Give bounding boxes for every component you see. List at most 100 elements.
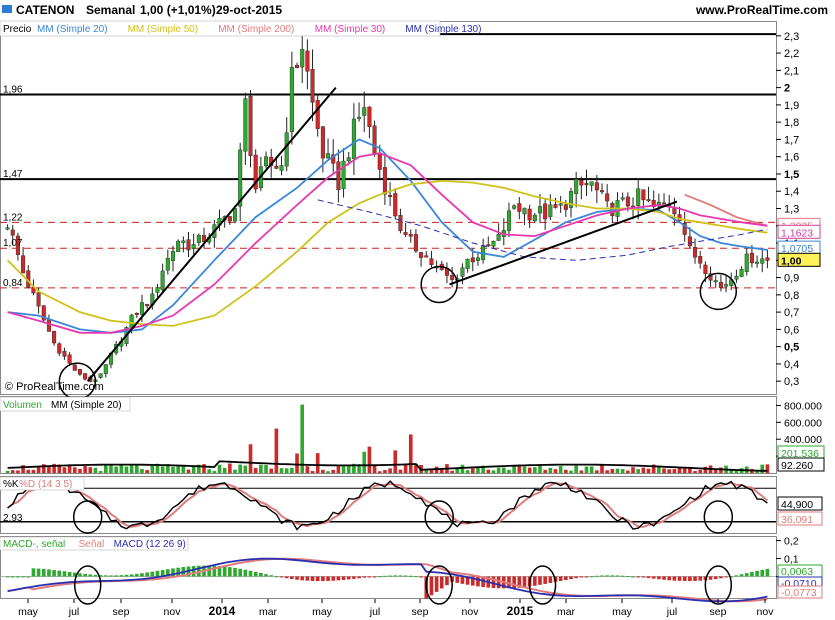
- candle-body: [326, 153, 331, 159]
- candle-body: [724, 284, 729, 287]
- macd-histogram-bar: [326, 576, 330, 581]
- volume-tick-label: 800.000: [784, 400, 822, 412]
- price-change: 1,00 (+1,01%): [140, 3, 216, 17]
- macd-histogram-bar: [222, 566, 227, 577]
- volume-bar: [631, 467, 635, 473]
- macd-histogram-bar: [259, 572, 263, 577]
- y-tick-label: 2,3: [784, 31, 799, 43]
- volume-bar: [507, 469, 511, 473]
- stoch-d-line: [6, 481, 769, 528]
- volume-bar: [176, 466, 180, 473]
- macd-histogram-bar: [600, 575, 604, 577]
- macd-histogram-bar: [708, 576, 713, 580]
- y-tick-label: 0,6: [784, 324, 799, 336]
- candle-body: [620, 197, 625, 200]
- volume-bar: [279, 468, 284, 473]
- volume-bar: [703, 466, 708, 473]
- candle-body: [160, 270, 165, 291]
- macd-histogram-bar: [57, 570, 62, 577]
- volume-bar: [672, 469, 677, 473]
- volume-value-label: 92.260: [781, 460, 813, 472]
- candle-body: [21, 255, 26, 274]
- candle-body: [165, 258, 170, 271]
- instrument-title: CATENON: [16, 3, 74, 17]
- candle-body: [362, 107, 367, 116]
- volume-bar: [403, 464, 408, 473]
- macd-histogram-bar: [243, 569, 248, 577]
- candle-body: [491, 240, 496, 247]
- candle-body: [77, 368, 82, 375]
- volume-bar: [620, 469, 625, 473]
- volume-bar: [228, 463, 232, 473]
- macd-histogram-bar: [631, 576, 635, 578]
- volume-bar: [564, 469, 568, 473]
- volume-bar: [512, 466, 516, 473]
- volume-bar: [610, 468, 615, 473]
- volume-bar: [388, 468, 392, 473]
- macd-legend-item: Señal: [79, 539, 105, 550]
- volume-bar: [600, 465, 604, 473]
- macd-histogram-bar: [538, 576, 542, 585]
- candle-body: [181, 240, 186, 243]
- candle-body: [279, 165, 284, 171]
- level-label: 1,07: [3, 238, 23, 249]
- macd-histogram-bar: [429, 576, 434, 596]
- stochastic-panel: %K %D (14 3 5) 2,93 44,900 36,091: [0, 476, 823, 534]
- legend-item: MM (Simple 50): [128, 24, 199, 35]
- macd-tick-label: 0,1: [784, 554, 799, 566]
- watermark: © ProRealTime.com: [5, 381, 104, 393]
- volume-bar: [222, 467, 227, 473]
- candle-body: [465, 258, 470, 269]
- candle-body: [734, 276, 739, 280]
- candle-body: [662, 202, 667, 205]
- level-label: 0,84: [3, 278, 23, 289]
- macd-histogram-bar: [114, 575, 118, 577]
- stoch-legend-item: %D (14 3 5): [19, 479, 72, 490]
- macd-histogram-bar: [377, 576, 382, 578]
- volume-bar: [522, 466, 527, 473]
- macd-histogram-bar: [290, 576, 294, 580]
- macd-legend-item: MACD-, señal: [3, 539, 65, 550]
- macd-histogram-bar: [393, 575, 398, 577]
- candle-body: [52, 330, 57, 344]
- macd-histogram-bar: [765, 568, 770, 577]
- candle-body: [429, 258, 434, 266]
- macd-histogram-bar: [677, 576, 682, 581]
- macd-histogram-bar: [605, 575, 609, 577]
- candle-body: [646, 199, 651, 202]
- x-tick-label: nov: [757, 606, 775, 618]
- candle-body: [284, 132, 289, 167]
- macd-histogram-bar: [315, 576, 320, 582]
- macd-histogram-bar: [476, 576, 480, 587]
- candle-body: [522, 207, 527, 215]
- x-tick-label: may: [18, 606, 39, 618]
- macd-histogram-bar: [26, 576, 31, 578]
- macd-histogram-bar: [129, 574, 134, 577]
- macd-histogram-bar: [569, 576, 573, 580]
- macd-histogram-bar: [651, 576, 656, 579]
- macd-histogram-bar: [744, 573, 749, 577]
- candle-body: [749, 252, 754, 264]
- macd-histogram-bar: [713, 576, 718, 580]
- candle-body: [367, 106, 372, 127]
- macd-histogram-bar: [719, 576, 723, 579]
- macd-histogram-bar: [620, 575, 625, 577]
- macd-histogram-bar: [352, 576, 356, 579]
- candle-body: [641, 189, 646, 201]
- candle-body: [594, 182, 599, 191]
- x-tick-label: sep: [412, 606, 429, 618]
- candle-body: [398, 214, 403, 231]
- candle-body: [475, 257, 480, 261]
- macd-histogram-bar: [248, 570, 253, 577]
- volume-bar: [533, 467, 537, 473]
- candle-body: [233, 208, 238, 222]
- macd-histogram-bar: [533, 576, 537, 586]
- volume-bar: [377, 471, 382, 473]
- level-label: 1,22: [3, 212, 23, 223]
- macd-histogram-bar: [657, 576, 661, 580]
- volume-bar: [470, 468, 475, 473]
- volume-bar: [491, 470, 496, 473]
- macd-histogram-bar: [31, 568, 36, 577]
- volume-bar: [315, 453, 320, 473]
- x-tick-label: nov: [462, 606, 480, 618]
